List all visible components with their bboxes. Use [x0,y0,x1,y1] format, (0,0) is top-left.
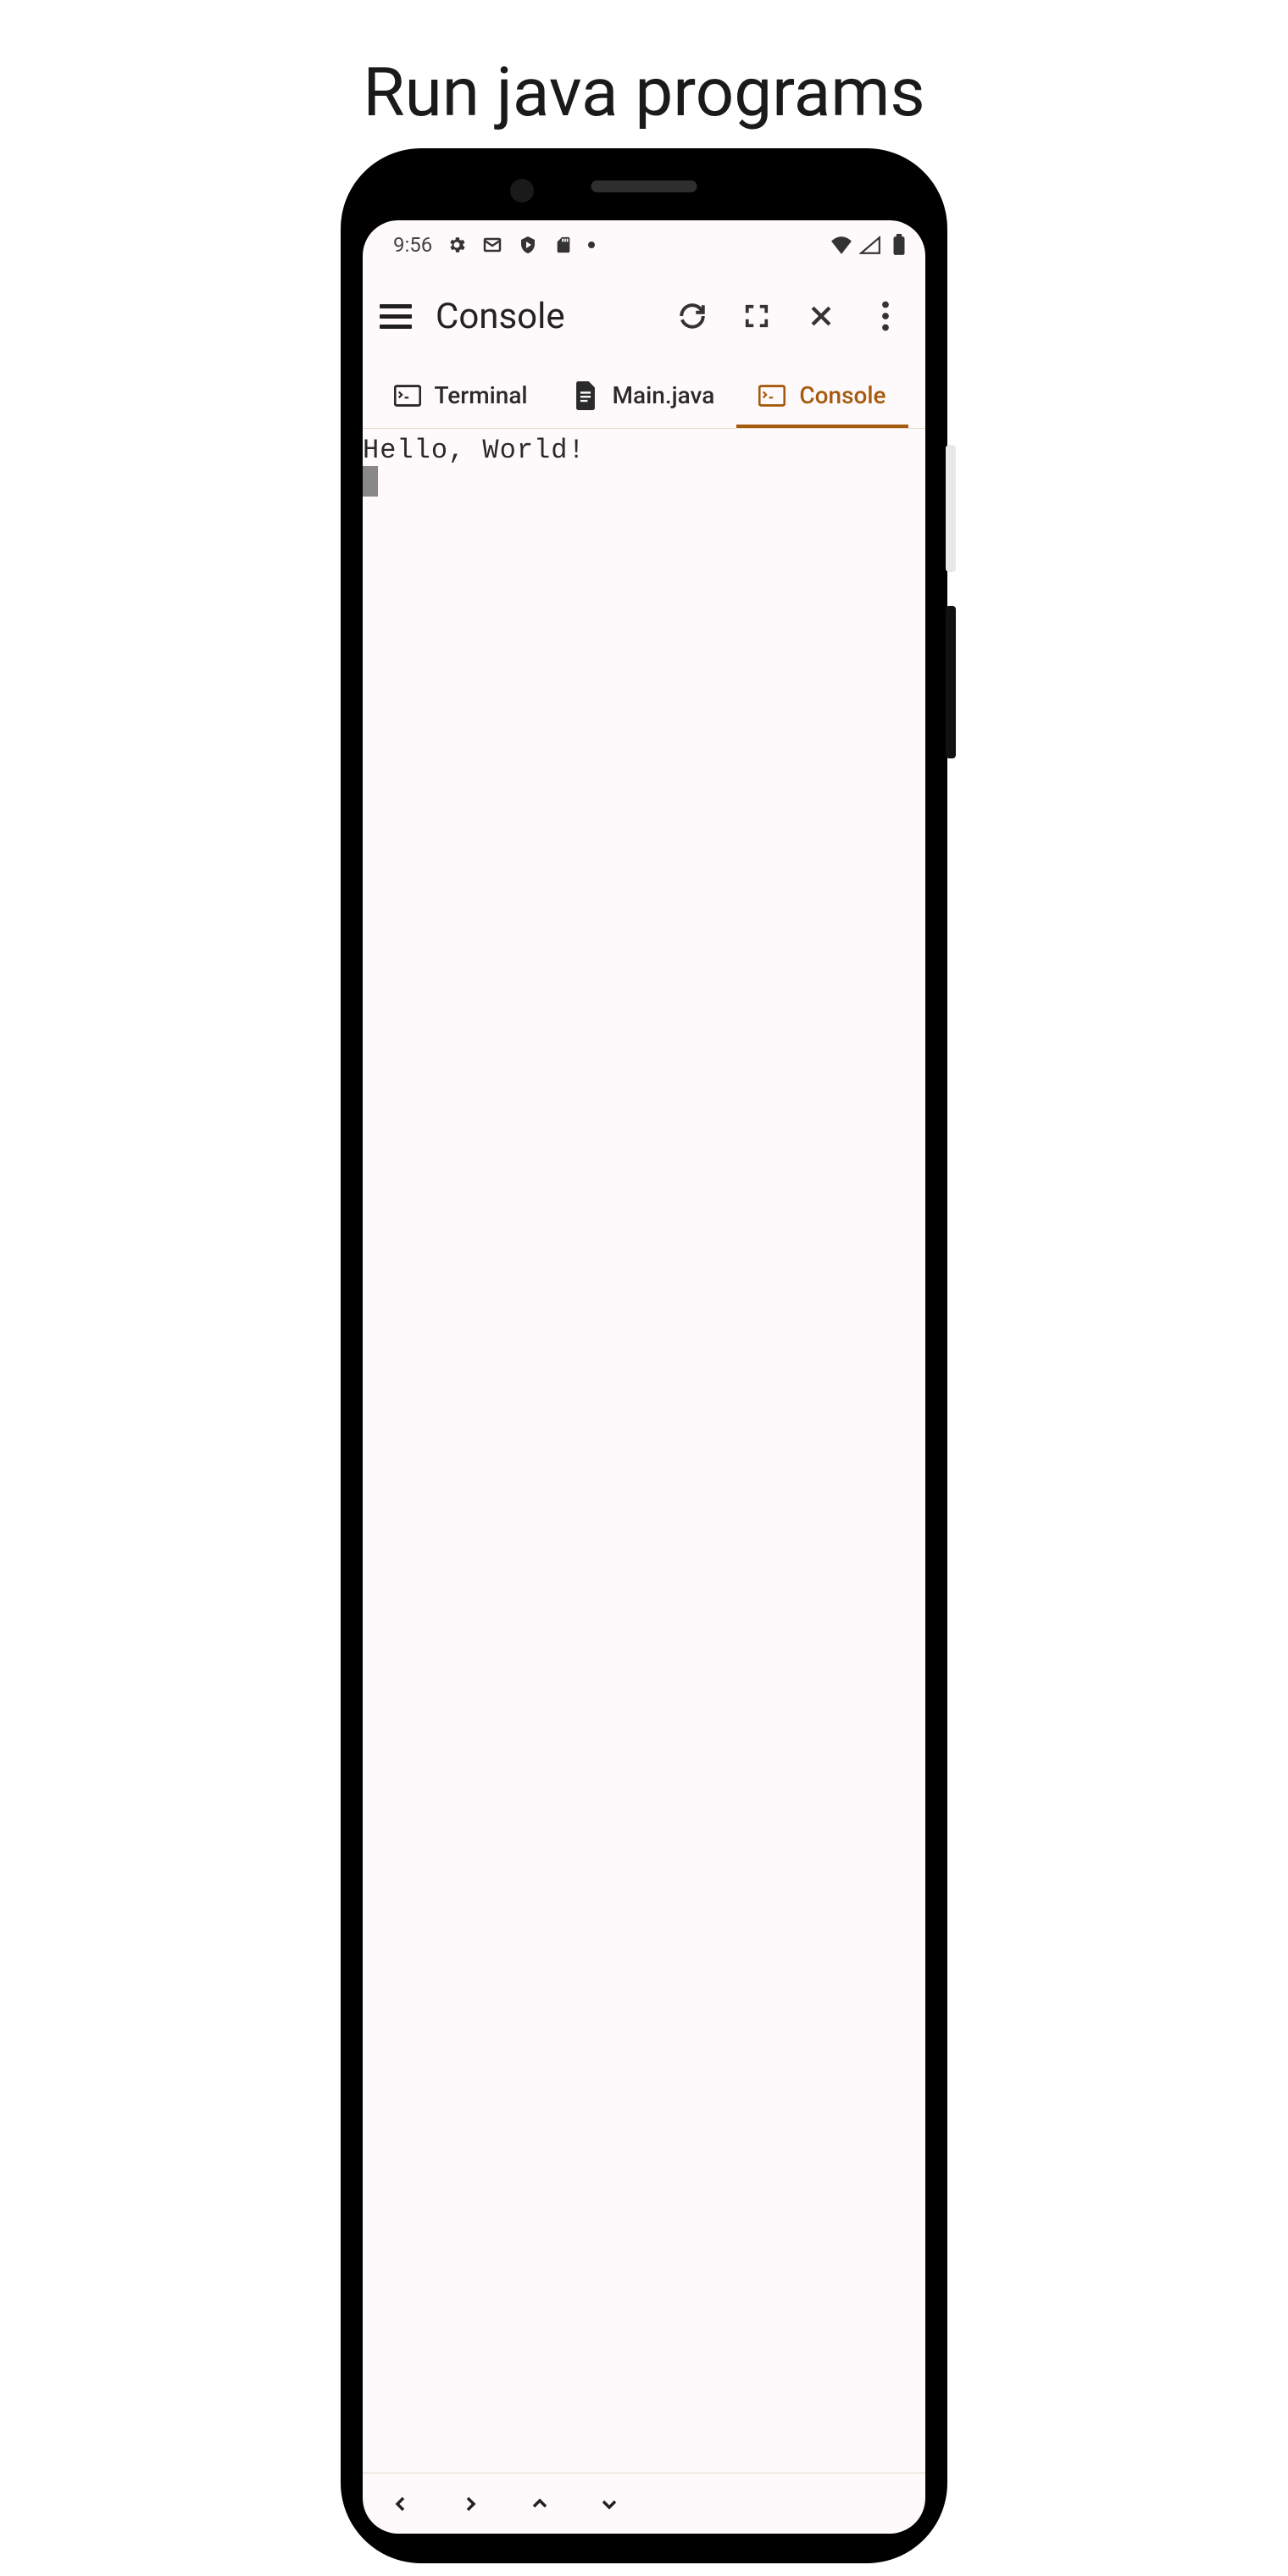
app-title: Console [436,296,565,337]
phone-side-button [946,606,956,758]
tab-files[interactable]: les [363,363,372,428]
dot-icon [588,242,595,248]
tab-terminal[interactable]: Terminal [372,363,550,428]
menu-button[interactable] [378,297,417,336]
phone-screen: 9:56 [363,220,925,2534]
phone-frame: 9:56 [341,148,947,2563]
status-left: 9:56 [393,233,595,257]
more-button[interactable] [869,300,902,332]
console-line: Hello, World! [363,436,925,467]
nav-down-button[interactable] [593,2488,625,2520]
tab-label: Terminal [435,381,528,409]
tab-label: Main.java [613,381,715,409]
tab-console[interactable]: Console [736,363,908,428]
mail-icon [481,234,503,256]
refresh-button[interactable] [676,300,708,332]
console-cursor [363,466,378,497]
status-bar: 9:56 [363,220,925,269]
fullscreen-button[interactable] [741,300,773,332]
close-button[interactable] [805,300,837,332]
app-bar: Console [363,269,925,363]
shield-play-icon [517,234,539,256]
terminal-icon [394,382,421,409]
nav-up-button[interactable] [524,2488,556,2520]
file-icon [572,382,599,409]
tab-main-java[interactable]: Main.java [550,363,737,428]
status-time: 9:56 [393,233,432,257]
nav-left-button[interactable] [385,2488,417,2520]
battery-icon [888,234,910,256]
wifi-icon [830,234,852,256]
page-title: Run java programs [0,0,1288,158]
sd-card-icon [552,234,575,256]
gear-icon [446,234,468,256]
signal-icon [859,234,881,256]
tabs: les Terminal Main.java Console [363,363,925,429]
bottom-nav [363,2473,925,2534]
status-right [830,234,910,256]
phone-camera [510,179,534,203]
phone-side-button [946,445,956,572]
console-output[interactable]: Hello, World! [363,429,925,2473]
app-bar-actions [676,300,910,332]
tab-label: Console [799,381,886,409]
phone-speaker [591,180,697,192]
nav-right-button[interactable] [454,2488,486,2520]
terminal-icon [758,382,786,409]
